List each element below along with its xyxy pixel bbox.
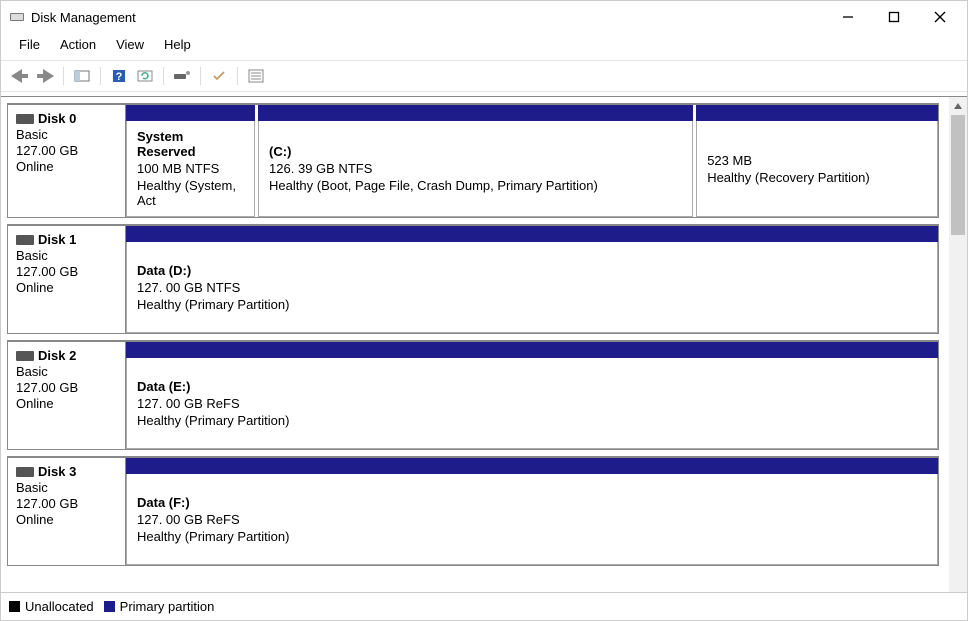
partition[interactable]: 523 MB Healthy (Recovery Partition) — [696, 121, 938, 217]
partition-health: Healthy (Primary Partition) — [137, 297, 927, 312]
disk-row[interactable]: Disk 0Basic127.00 GBOnlineSystem Reserve… — [7, 103, 939, 218]
partition-title: Data (E:) — [137, 379, 927, 394]
minimize-button[interactable] — [825, 1, 871, 33]
list-icon[interactable] — [246, 66, 266, 86]
menu-view[interactable]: View — [106, 35, 154, 54]
partition-size: 127. 00 GB ReFS — [137, 396, 927, 411]
partition-size: 100 MB NTFS — [137, 161, 244, 176]
legend-unallocated: Unallocated — [9, 599, 94, 614]
partition-health: Healthy (Primary Partition) — [137, 413, 927, 428]
partition-title: Data (F:) — [137, 495, 927, 510]
partition-title: (C:) — [269, 144, 682, 159]
menu-help[interactable]: Help — [154, 35, 201, 54]
partition-health: Healthy (Primary Partition) — [137, 529, 927, 544]
disk-status: Online — [16, 280, 117, 295]
disk-size: 127.00 GB — [16, 143, 117, 158]
disk-type: Basic — [16, 127, 117, 142]
back-button[interactable] — [9, 66, 29, 86]
disk-size: 127.00 GB — [16, 496, 117, 511]
svg-text:?: ? — [116, 71, 123, 83]
disk-status: Online — [16, 396, 117, 411]
maximize-button[interactable] — [871, 1, 917, 33]
disk-row[interactable]: Disk 3Basic127.00 GBOnline Data (F:) 127. … — [7, 456, 939, 566]
disk-list-panel: Disk 0Basic127.00 GBOnlineSystem Reserve… — [1, 97, 949, 592]
disk-status: Online — [16, 159, 117, 174]
scroll-thumb[interactable] — [951, 115, 965, 235]
toolbar-separator — [63, 67, 64, 85]
partition-bar[interactable] — [126, 342, 938, 358]
disk-status: Online — [16, 512, 117, 527]
partition-title: Data (D:) — [137, 263, 927, 278]
legend-unallocated-label: Unallocated — [25, 599, 94, 614]
partition[interactable]: (C:) 126. 39 GB NTFS Healthy (Boot, Page F… — [258, 121, 693, 217]
disk-name: Disk 1 — [38, 232, 76, 247]
partitions: Data (E:) 127. 00 GB ReFS Healthy (Primary… — [126, 342, 938, 449]
partition-bar[interactable] — [258, 105, 693, 121]
disk-info[interactable]: Disk 2Basic127.00 GBOnline — [8, 342, 126, 449]
toolbar-separator — [200, 67, 201, 85]
partition-bar[interactable] — [126, 105, 255, 121]
partition-bar[interactable] — [126, 458, 938, 474]
disk-type: Basic — [16, 480, 117, 495]
disk-size: 127.00 GB — [16, 380, 117, 395]
toolbar-separator — [237, 67, 238, 85]
refresh-icon[interactable] — [135, 66, 155, 86]
toolbar: ? — [1, 60, 967, 92]
disk-icon — [16, 351, 34, 361]
disk-info[interactable]: Disk 1Basic127.00 GBOnline — [8, 226, 126, 333]
partition-size: 127. 00 GB NTFS — [137, 280, 927, 295]
legend-primary: Primary partition — [104, 599, 215, 614]
settings-icon[interactable] — [172, 66, 192, 86]
check-icon[interactable] — [209, 66, 229, 86]
disk-management-window: Disk Management File Action View Help ? — [0, 0, 968, 621]
partition-health: Healthy (Recovery Partition) — [707, 170, 927, 185]
toolbar-separator — [100, 67, 101, 85]
forward-button[interactable] — [35, 66, 55, 86]
unallocated-swatch-icon — [9, 601, 20, 612]
partitions: Data (D:) 127. 00 GB NTFS Healthy (Primary… — [126, 226, 938, 333]
partitions: Data (F:) 127. 00 GB ReFS Healthy (Primary… — [126, 458, 938, 565]
partitions: System Reserved 100 MB NTFS Healthy (Syste… — [126, 105, 938, 217]
app-icon — [9, 9, 25, 25]
partition[interactable]: System Reserved 100 MB NTFS Healthy (Syste… — [126, 121, 255, 217]
partition[interactable]: Data (E:) 127. 00 GB ReFS Healthy (Primary… — [126, 358, 938, 449]
vertical-scrollbar[interactable] — [949, 97, 967, 592]
partition[interactable]: Data (D:) 127. 00 GB NTFS Healthy (Primary… — [126, 242, 938, 333]
window-title: Disk Management — [31, 10, 825, 25]
menubar: File Action View Help — [1, 33, 967, 60]
help-icon[interactable]: ? — [109, 66, 129, 86]
legend-primary-label: Primary partition — [120, 599, 215, 614]
toolbar-separator — [163, 67, 164, 85]
disk-type: Basic — [16, 248, 117, 263]
partition[interactable]: Data (F:) 127. 00 GB ReFS Healthy (Primary… — [126, 474, 938, 565]
scroll-up-icon[interactable] — [949, 97, 967, 115]
menu-file[interactable]: File — [9, 35, 50, 54]
disk-icon — [16, 467, 34, 477]
primary-swatch-icon — [104, 601, 115, 612]
partition-bar[interactable] — [696, 105, 938, 121]
disk-type: Basic — [16, 364, 117, 379]
disk-name: Disk 0 — [38, 111, 76, 126]
disk-info[interactable]: Disk 3Basic127.00 GBOnline — [8, 458, 126, 565]
legend: Unallocated Primary partition — [1, 592, 967, 620]
disk-name: Disk 3 — [38, 464, 76, 479]
partition-bar[interactable] — [126, 226, 938, 242]
partition-title: System Reserved — [137, 129, 244, 159]
disk-icon — [16, 114, 34, 124]
partition-size: 126. 39 GB NTFS — [269, 161, 682, 176]
menu-action[interactable]: Action — [50, 35, 106, 54]
disk-row[interactable]: Disk 1Basic127.00 GBOnline Data (D:) 127. … — [7, 224, 939, 334]
disk-size: 127.00 GB — [16, 264, 117, 279]
show-hide-console-icon[interactable] — [72, 66, 92, 86]
partition-health: Healthy (System, Act — [137, 178, 244, 208]
partition-health: Healthy (Boot, Page File, Crash Dump, Pr… — [269, 178, 682, 193]
close-button[interactable] — [917, 1, 963, 33]
disk-icon — [16, 235, 34, 245]
partition-size: 523 MB — [707, 153, 927, 168]
titlebar[interactable]: Disk Management — [1, 1, 967, 33]
disk-row[interactable]: Disk 2Basic127.00 GBOnline Data (E:) 127. … — [7, 340, 939, 450]
disk-name: Disk 2 — [38, 348, 76, 363]
partition-size: 127. 00 GB ReFS — [137, 512, 927, 527]
disk-info[interactable]: Disk 0Basic127.00 GBOnline — [8, 105, 126, 217]
